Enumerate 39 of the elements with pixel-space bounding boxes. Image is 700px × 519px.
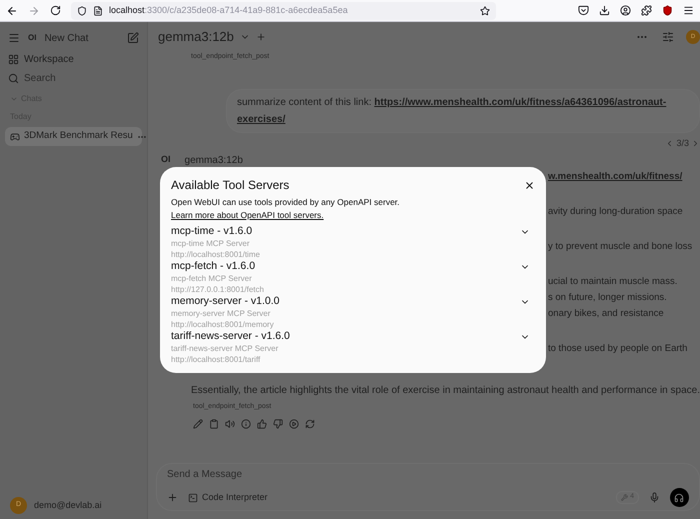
model-selector[interactable]: gemma3:12b (158, 27, 234, 47)
message-text: Essentially, the article highlights the vital role of exercise in maintaining astronaut health and performance in space. (191, 384, 700, 398)
search-field[interactable]: Search (24, 70, 134, 86)
dialog-title: Available Tool Servers (171, 177, 290, 194)
dialog-description: Open WebUI can use tools provided by any OpenAPI server. (171, 196, 401, 209)
learn-more-link[interactable]: Learn more about OpenAPI tool servers. (171, 208, 535, 222)
message-link[interactable]: w.menshealth.com/uk/fitness/ (548, 169, 682, 185)
address-bar[interactable]: localhost:3300/c/a235de08-a714-41a9-881c-a6ecdea5a5ea (71, 2, 496, 20)
server-name: memory-server - v1.0.0 (171, 294, 281, 308)
message-text: onary bikes, and resistance (548, 307, 664, 321)
message-text: y to prevent muscle and bone loss (548, 240, 692, 254)
chat-title: 3DMark Benchmark Resu (24, 129, 133, 144)
server-name: tariff-news-server - v1.6.0 (171, 330, 291, 342)
server-description: memory-server MCP Server (171, 308, 272, 318)
workspace-link[interactable]: Workspace (24, 52, 74, 66)
message-text: s on future, longer missions. (548, 291, 667, 305)
message-link[interactable]: https://www.menshealth.com/uk/fitness/a64361096/astronaut- (374, 94, 666, 110)
pager: 3/3 (676, 136, 689, 150)
assistant-name: gemma3:12b (184, 154, 243, 168)
message-text: summarize content of this link: (236, 96, 372, 110)
server-name: mcp-fetch - v1.6.0 (171, 260, 256, 272)
assistant-logo: OI (161, 153, 171, 166)
new-chat-link[interactable]: New Chat (44, 30, 119, 46)
message-text: ucial to maintain muscle mass. (548, 275, 678, 289)
message-text: avity during long-duration space (548, 205, 683, 219)
user-email: demo@devlab.ai (34, 498, 102, 512)
server-name: mcp-time - v1.6.0 (171, 224, 254, 238)
code-interpreter-button[interactable]: Code Interpreter (188, 490, 268, 504)
server-description: tariff-news-server MCP Server (171, 342, 280, 354)
server-url: http://localhost:8001/tariff (171, 354, 262, 364)
message-text: to those used by people on Earth (548, 342, 688, 356)
url-text: localhost:3300/c/a235de08-a714-41a9-881c-a6ecdea5a5ea (109, 4, 349, 17)
server-url: http://localhost:8001/memory (171, 318, 275, 330)
server-description: mcp-fetch MCP Server (171, 272, 253, 284)
server-description: mcp-time MCP Server (171, 238, 251, 248)
server-url: http://localhost:8001/time (171, 248, 261, 260)
logo: OI (28, 32, 36, 44)
server-url: http://127.0.0.1:8001/fetch (171, 284, 265, 294)
message-link[interactable]: exercises/ (236, 110, 286, 128)
